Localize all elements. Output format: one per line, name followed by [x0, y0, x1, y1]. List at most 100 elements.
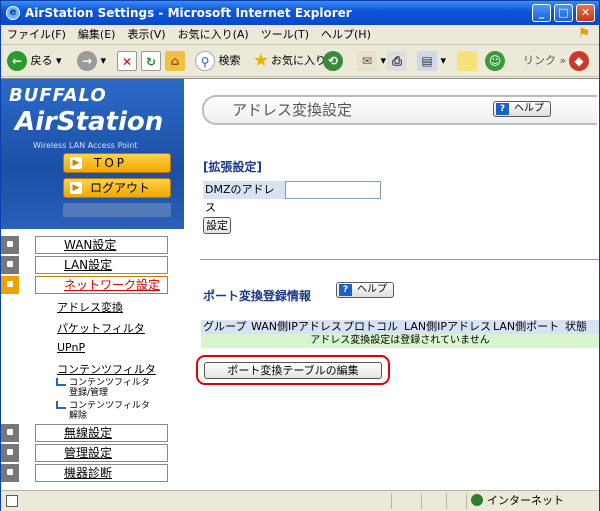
history-button[interactable]: ⟲ [323, 50, 343, 72]
logout-label: ログアウト [90, 181, 151, 195]
status-separator [421, 493, 422, 509]
sidebar-item-label: WAN設定 [64, 238, 117, 252]
section-extended-settings: [拡張設定] [203, 160, 262, 174]
sidebar-item-label: 管理設定 [64, 446, 113, 460]
browser-window: e AirStation Settings - Microsoft Intern… [0, 0, 600, 511]
toolbar: ← 戻る ▾ → ▾ ✕ ↻ ⌂ ⚲ 検索 ★ お気に入り ⟲ ✉ ▾ ⎙ ▤ ▾… [1, 45, 599, 77]
edit-page-button[interactable]: ▤ ▾ [417, 50, 446, 72]
menu-bar: ファイル(F) 編集(E) 表示(V) お気に入り(A) ツール(T) ヘルプ(H) [1, 25, 599, 45]
menu-favorites[interactable]: お気に入り(A) [172, 25, 255, 45]
menu-bullet-icon [1, 424, 19, 442]
set-button[interactable]: 設定 [203, 217, 231, 234]
search-icon: ⚲ [195, 51, 215, 71]
sidebar-item-wan[interactable]: WAN設定 [1, 236, 168, 254]
menu-tools[interactable]: ツール(T) [255, 25, 315, 45]
sidebar-item-label: 機器診断 [64, 466, 113, 480]
sidebar-subsub-label: コンテンツフィルタ 登録/管理 [69, 378, 150, 398]
tree-branch-icon [56, 378, 66, 386]
main-panel: アドレス変換設定 ? ヘルプ [拡張設定] DMZのアドレス 設定 ポート変換登録… [184, 79, 599, 491]
note-button[interactable] [457, 50, 477, 72]
help-icon: ? [339, 284, 352, 296]
port-table-header: グループ WAN側IPアドレス プロトコル LAN側IPアドレス LAN側ポート… [201, 320, 599, 334]
tree-branch-icon [56, 401, 66, 409]
arrow-right-icon: ▶ [70, 182, 82, 194]
search-button[interactable]: ⚲ 検索 [195, 50, 241, 72]
sidebar-item-label: LAN設定 [64, 258, 113, 272]
sidebar-item-network[interactable]: ネットワーク設定 [1, 276, 168, 294]
stop-button[interactable]: ✕ [117, 50, 137, 72]
menu-edit[interactable]: 編集(E) [72, 25, 122, 45]
history-icon: ⟲ [323, 51, 343, 71]
brand-logo-buffalo: BUFFALO [9, 85, 107, 106]
section-divider [200, 259, 599, 260]
col-group: グループ [203, 320, 247, 333]
research-button[interactable]: ◆ [569, 50, 589, 72]
favorites-star-icon: ★ [252, 50, 270, 71]
menu-bullet-icon [1, 236, 19, 254]
menu-bullet-icon [1, 444, 19, 462]
help-label: ヘルプ [514, 103, 544, 114]
edit-port-table-button[interactable]: ポート変換テーブルの編集 [204, 362, 382, 379]
sidebar-item-label: 無線設定 [64, 426, 113, 440]
security-zone: インターネット [471, 493, 564, 509]
sidebar: BUFFALO AirStation Wireless LAN Access P… [1, 79, 184, 491]
dmz-address-input[interactable] [285, 181, 381, 199]
sidebar-sub-content-filter-release[interactable]: コンテンツフィルタ 解除 [56, 401, 167, 421]
col-status: 状態 [565, 320, 587, 333]
menu-bullet-icon [1, 276, 19, 294]
messenger-button[interactable]: ☺ [485, 50, 505, 72]
close-button[interactable]: ✕ [576, 4, 595, 22]
sidebar-sub-upnp[interactable]: UPnP [57, 341, 85, 354]
back-button[interactable]: ← 戻る ▾ [7, 50, 62, 72]
dmz-label: DMZのアドレス [203, 181, 285, 214]
sidebar-item-admin[interactable]: 管理設定 [1, 444, 168, 462]
port-table-empty-row: アドレス変換設定は登録されていません [201, 334, 599, 348]
minimize-button[interactable]: _ [532, 4, 551, 22]
print-button[interactable]: ⎙ [387, 50, 407, 72]
messenger-icon: ☺ [485, 51, 505, 71]
col-protocol: プロトコル [343, 320, 398, 333]
status-separator [446, 493, 447, 509]
device-name-placeholder [63, 203, 171, 217]
mail-button[interactable]: ✉ ▾ [357, 50, 386, 72]
brand-header: BUFFALO AirStation Wireless LAN Access P… [1, 79, 184, 229]
top-button[interactable]: ▶ TOP [63, 153, 171, 173]
page-content: BUFFALO AirStation Wireless LAN Access P… [1, 78, 599, 491]
home-button[interactable]: ⌂ [165, 50, 185, 72]
forward-button[interactable]: → ▾ [77, 50, 106, 72]
sidebar-item-lan[interactable]: LAN設定 [1, 256, 168, 274]
status-separator [466, 493, 467, 509]
sidebar-item-wireless[interactable]: 無線設定 [1, 424, 168, 442]
sidebar-sub-address-translation[interactable]: アドレス変換 [57, 299, 123, 315]
help-button[interactable]: ? ヘルプ [493, 101, 551, 117]
window-title: AirStation Settings - Microsoft Internet… [25, 6, 352, 20]
sidebar-item-diagnostics[interactable]: 機器診断 [1, 464, 168, 482]
logout-button[interactable]: ▶ ログアウト [63, 178, 171, 198]
help-label: ヘルプ [357, 284, 387, 295]
title-bar: e AirStation Settings - Microsoft Intern… [1, 1, 599, 25]
section-port-translation: ポート変換登録情報 [203, 289, 312, 303]
sidebar-sub-content-filter[interactable]: コンテンツフィルタ [57, 361, 156, 377]
brand-tagline: Wireless LAN Access Point [33, 141, 138, 150]
refresh-button[interactable]: ↻ [141, 50, 161, 72]
links-button[interactable]: リンク » [523, 50, 566, 72]
page-title-text: アドレス変換設定 [232, 101, 353, 119]
sidebar-sub-packet-filter[interactable]: パケットフィルタ [57, 320, 145, 336]
status-bar: インターネット [1, 490, 599, 511]
status-separator [391, 493, 392, 509]
page-status-icon [6, 495, 18, 507]
globe-icon [471, 494, 483, 506]
research-icon: ◆ [569, 51, 589, 71]
menu-help[interactable]: ヘルプ(H) [315, 25, 377, 45]
maximize-button[interactable]: □ [554, 4, 573, 22]
zone-label: インターネット [487, 494, 564, 507]
home-icon: ⌂ [165, 51, 185, 71]
help-icon: ? [496, 103, 509, 115]
back-label: 戻る [30, 54, 53, 67]
menu-file[interactable]: ファイル(F) [1, 25, 72, 45]
favorites-button[interactable]: ★ お気に入り [251, 50, 326, 72]
port-help-button[interactable]: ? ヘルプ [336, 282, 394, 298]
sidebar-sub-content-filter-register[interactable]: コンテンツフィルタ 登録/管理 [56, 378, 167, 398]
menu-bullet-icon [1, 256, 19, 274]
menu-view[interactable]: 表示(V) [121, 25, 171, 45]
